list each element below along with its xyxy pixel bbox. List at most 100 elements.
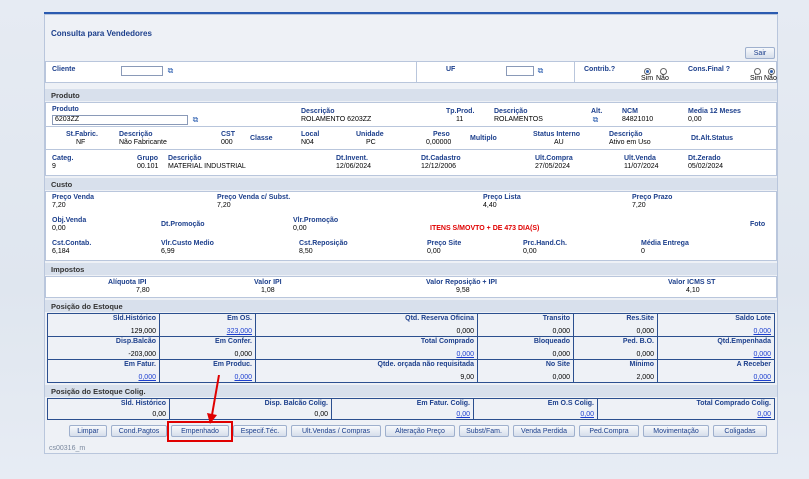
media-label: Media 12 Meses	[688, 108, 741, 115]
cell-value-link[interactable]: 0,000	[456, 351, 474, 358]
pprazo-value: 7,20	[632, 202, 646, 209]
ultvenda-value: 11/07/2024	[624, 163, 659, 170]
contrib-label: Contrib.?	[584, 66, 616, 73]
divider	[574, 62, 575, 82]
limpar-button[interactable]: Limpar	[69, 425, 107, 437]
uf-input[interactable]	[506, 66, 534, 76]
cell-label: Transito	[542, 315, 570, 322]
alteracao-preco-button[interactable]: Alteração Preço	[385, 425, 455, 437]
movimentacao-button[interactable]: Movimentação	[643, 425, 709, 437]
cell-value-link[interactable]: 0,00	[456, 411, 470, 418]
cst-value: 000	[221, 139, 233, 146]
stfabric-label: St.Fabric.	[66, 131, 98, 138]
consfinal-sim-radio[interactable]	[754, 68, 761, 75]
custo-box: Preço Venda 7,20 Preço Venda c/ Subst. 7…	[45, 191, 777, 261]
especif-tec-button[interactable]: Especif.Téc.	[233, 425, 287, 437]
cell-label: No Site	[545, 361, 570, 368]
divider	[46, 126, 776, 127]
cell-label: Qtd.Empenhada	[717, 338, 771, 345]
pv-label: Preço Venda	[52, 194, 95, 201]
aliq-label: Alíquota IPI	[108, 279, 147, 286]
edit-icon[interactable]: ⧉	[591, 116, 600, 124]
vlrpromo-label: Vlr.Promoção	[293, 217, 339, 224]
ultvenda-label: Ult.Venda	[624, 155, 656, 162]
estoque-cell: Em Confer. 0,000	[160, 337, 256, 360]
cell-value-link[interactable]: 0,00	[757, 411, 771, 418]
section-impostos: Impostos	[45, 263, 777, 275]
section-custo: Custo	[45, 178, 777, 190]
cell-value-link[interactable]: 0,000	[753, 328, 771, 335]
cell-label: Res.Site	[626, 315, 654, 322]
cell-value-link[interactable]: 0,000	[753, 351, 771, 358]
cell-label: Total Comprado Colig.	[696, 400, 771, 407]
consfinal-label: Cons.Final ?	[688, 66, 730, 73]
vicms-value: 4,10	[686, 287, 700, 294]
cstcontab-value: 6,184	[52, 248, 70, 255]
estoque-cell: Sld.Histórico 129,000	[48, 314, 160, 337]
cell-label: Em O.S Colig.	[547, 400, 594, 407]
grupo-label: Grupo	[137, 155, 158, 162]
estoque-grid: Sld.Histórico 129,000 Em OS. 323,000 Qtd. …	[47, 313, 775, 383]
cliente-row: Cliente ⧉ UF ⧉ Contrib.? Sim Não Cons.Fi…	[45, 61, 777, 83]
estoque-cell: Ped. B.O. 0,000	[574, 337, 658, 360]
cell-value: 0,000	[636, 328, 654, 335]
tpprod-label: Tp.Prod.	[446, 108, 475, 115]
dtzerado-label: Dt.Zerado	[688, 155, 721, 162]
estoque-cell: Bloqueado 0,000	[478, 337, 574, 360]
desc3-label: Descrição	[119, 131, 153, 138]
unidade-label: Unidade	[356, 131, 384, 138]
produto-input[interactable]: 6203ZZ	[52, 115, 188, 125]
cond-pagtos-button[interactable]: Cond.Pagtos	[111, 425, 167, 437]
subst-fam-button[interactable]: Subst/Fam.	[459, 425, 509, 437]
cell-value-link[interactable]: 0,000	[234, 374, 252, 381]
status-label: Status Interno	[533, 131, 581, 138]
psite-value: 0,00	[427, 248, 441, 255]
cell-value: 2,000	[636, 374, 654, 381]
media-value: 0,00	[688, 116, 702, 123]
sair-button[interactable]: Sair	[745, 47, 775, 59]
ped-compra-button[interactable]: Ped.Compra	[579, 425, 639, 437]
estoque-cell: Qtd.Empenhada 0,000	[658, 337, 774, 360]
section-estoque: Posição do Estoque	[45, 300, 777, 312]
cstcontab-label: Cst.Contab.	[52, 240, 92, 247]
cell-value-link[interactable]: 323,000	[227, 328, 252, 335]
status-value: AU	[554, 139, 564, 146]
venda-perdida-button[interactable]: Venda Perdida	[513, 425, 575, 437]
cell-value: 9,00	[460, 374, 474, 381]
divider	[416, 62, 417, 82]
cliente-input[interactable]	[121, 66, 163, 76]
ult-vendas-compras-button[interactable]: Ult.Vendas / Compras	[291, 425, 381, 437]
section-produto: Produto	[45, 89, 777, 101]
cell-label: Qtd. Reserva Oficina	[405, 315, 474, 322]
cell-label: Bloqueado	[533, 338, 570, 345]
coligadas-cell: Em Fatur. Colig. 0,00	[332, 399, 474, 419]
contrib-sim-radio[interactable]	[644, 68, 651, 75]
ultcompra-label: Ult.Compra	[535, 155, 573, 162]
cell-label: Disp.Balcão	[115, 338, 156, 345]
search-icon[interactable]: ⧉	[166, 67, 175, 75]
desc4-value: Ativo em Uso	[609, 139, 651, 146]
search-icon[interactable]: ⧉	[536, 67, 545, 75]
consfinal-nao-radio[interactable]	[768, 68, 775, 75]
cell-value-link[interactable]: 0,000	[138, 374, 156, 381]
objvenda-value: 0,00	[52, 225, 66, 232]
descricao2-label: Descrição	[494, 108, 528, 115]
cell-label: Sld. Histórico	[120, 400, 166, 407]
vlrcusto-label: Vlr.Custo Medio	[161, 240, 214, 247]
objvenda-label: Obj.Venda	[52, 217, 87, 224]
local-label: Local	[301, 131, 320, 138]
estoque-cell: No Site 0,000	[478, 360, 574, 382]
contrib-sim-label: Sim	[641, 75, 654, 82]
coligadas-button[interactable]: Coligadas	[713, 425, 767, 437]
dtzerado-value: 05/02/2024	[688, 163, 724, 170]
consfinal-sim-label: Sim	[750, 75, 763, 82]
contrib-nao-radio[interactable]	[660, 68, 667, 75]
cell-label: Total Comprado	[420, 338, 474, 345]
cell-value-link[interactable]: 0,00	[580, 411, 594, 418]
search-icon[interactable]: ⧉	[191, 116, 200, 124]
dtinvent-label: Dt.Invent.	[336, 155, 368, 162]
cell-value: 0,000	[234, 351, 252, 358]
pvsubst-value: 7,20	[217, 202, 231, 209]
cell-value-link[interactable]: 0,000	[753, 374, 771, 381]
peso-label: Peso	[433, 131, 450, 138]
